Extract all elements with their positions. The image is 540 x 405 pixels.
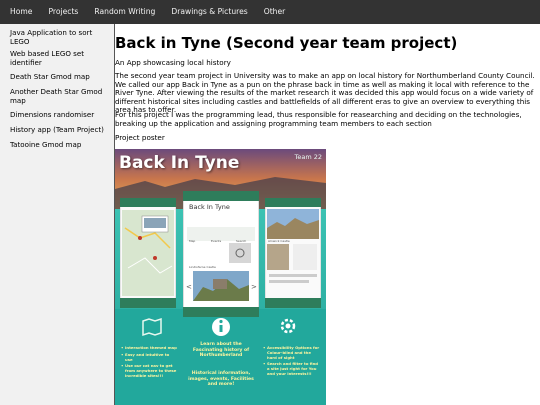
feature-list-left: Interaction themed map Easy and intuitiv… [121, 345, 177, 381]
nav-drawings-pictures-link[interactable]: Drawings & Pictures [163, 0, 255, 24]
nav-home-link[interactable]: Home [0, 0, 40, 24]
role-description: For this project I was the programming l… [115, 110, 522, 128]
center-phone-tab-events: Events [211, 239, 222, 243]
sidebar-item-tatooine-map[interactable]: Tatooine Gmod map [0, 140, 114, 149]
sidebar-item-death-star-map[interactable]: Death Star Gmod map [0, 72, 114, 81]
sidebar: Java Application to sort LEGO Web based … [0, 24, 115, 405]
project-poster: Back In Tyne Team 22 < > Back In Tyne Ma… [115, 149, 326, 405]
feature-list-right: Accessibility Options for Colour-blind a… [263, 345, 321, 379]
nav-projects-link[interactable]: Projects [40, 0, 86, 24]
project-description: The second year team project in Universi… [115, 71, 535, 115]
top-navigation: Home Projects Random Writing Drawings & … [0, 0, 540, 24]
sidebar-item-lego-sorter[interactable]: Java Application to sort LEGO [0, 28, 114, 46]
center-phone-app-title: Back In Tyne [189, 203, 230, 211]
feature-easy-to-use: Easy and intuitive to use [121, 352, 177, 363]
poster-title: Back In Tyne [119, 153, 240, 173]
svg-text:<: < [186, 283, 192, 291]
sidebar-item-another-death-star-map[interactable]: Another Death Star Gmod map [0, 87, 114, 105]
right-phone-mockup [265, 198, 321, 308]
nav-random-writing-link[interactable]: Random Writing [86, 0, 163, 24]
map-icon [142, 317, 162, 337]
poster-team-label: Team 22 [294, 153, 322, 161]
nav-other-link[interactable]: Other [256, 0, 294, 24]
feature-center-subheading: Historical information, images, events, … [188, 371, 254, 388]
feature-center-heading: Learn about the Fascinating history of N… [192, 342, 250, 359]
sidebar-item-dimensions-randomiser[interactable]: Dimensions randomiser [0, 110, 114, 119]
feature-accessibility: Accessibility Options for Colour-blind a… [263, 345, 321, 360]
right-phone-castle-label: Alnwick Castle [268, 239, 290, 243]
gear-icon [280, 318, 296, 334]
feature-cat-nav: Use our cat nav to get from anywhere to … [121, 363, 177, 378]
main-content: Back in Tyne (Second year team project) … [115, 24, 535, 405]
sidebar-item-history-app[interactable]: History app (Team Project) [0, 125, 114, 134]
page-subtitle: An App showcasing local history [115, 58, 231, 67]
svg-text:>: > [251, 283, 257, 291]
poster-label: Project poster [115, 133, 165, 142]
sidebar-item-lego-identifier[interactable]: Web based LEGO set identifier [0, 49, 114, 67]
center-phone-castle-label: Lindisfarne Castle [189, 265, 216, 269]
left-phone-mockup [120, 198, 176, 308]
feature-interaction-map: Interaction themed map [121, 345, 177, 351]
center-phone-tab-search: Search [236, 239, 247, 243]
feature-icons [142, 317, 296, 337]
feature-search-filter: Search and filter to find a site just ri… [263, 361, 321, 376]
info-icon [212, 318, 230, 336]
page-title: Back in Tyne (Second year team project) [115, 34, 458, 52]
center-phone-tab-map: Map [189, 239, 196, 243]
